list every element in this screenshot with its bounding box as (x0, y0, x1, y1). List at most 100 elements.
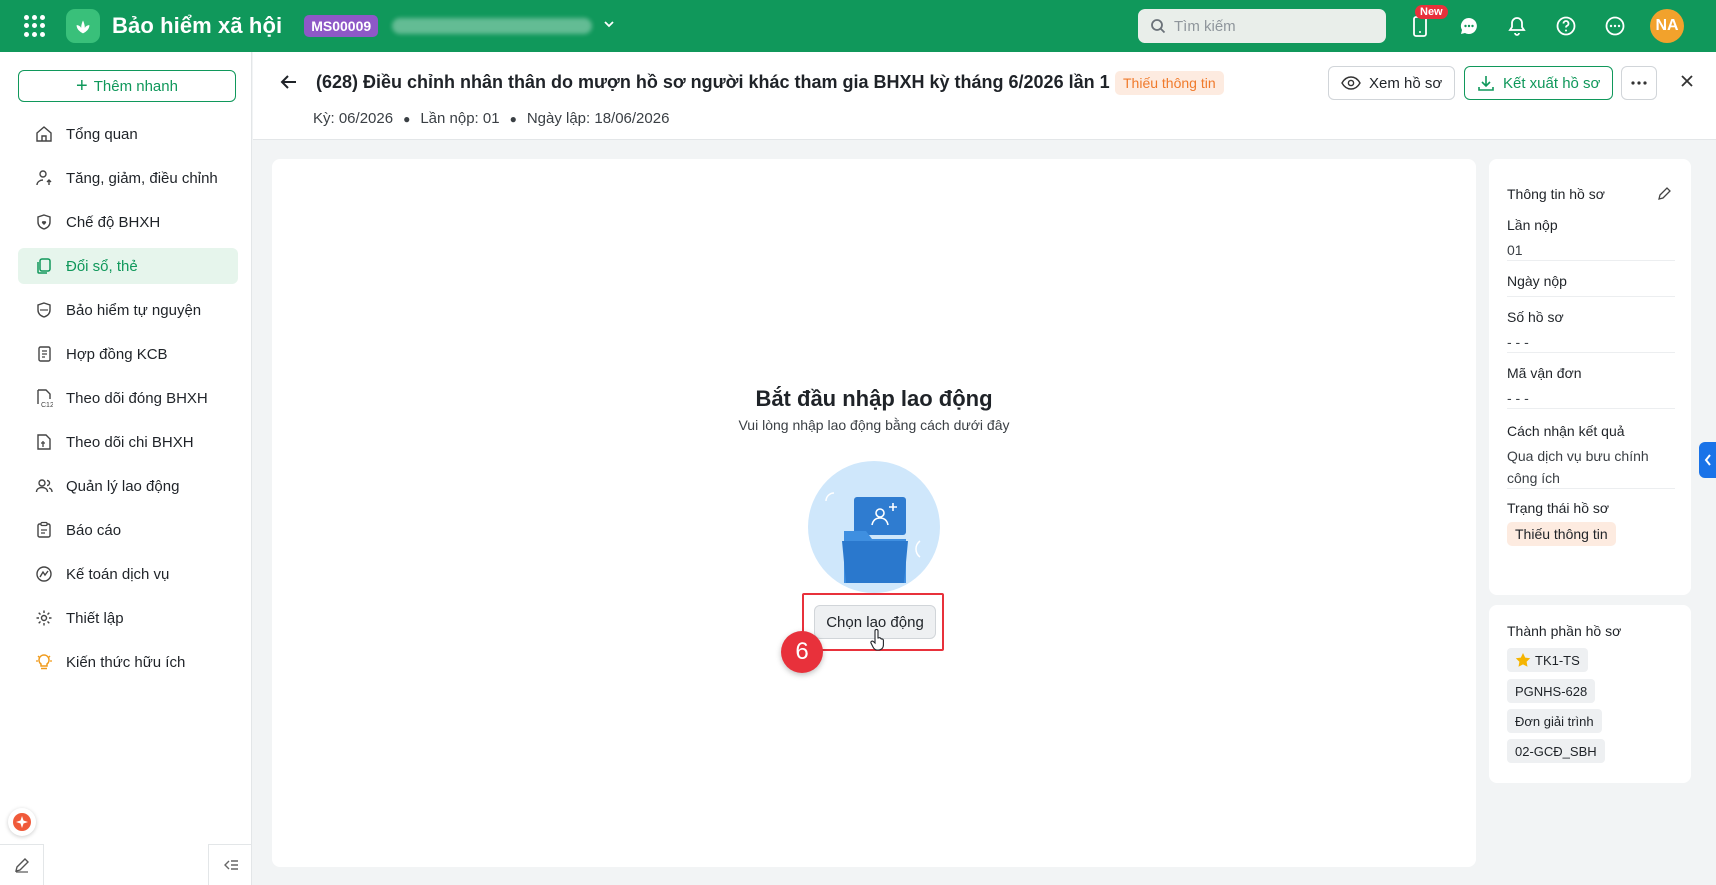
sidebar-item-exchange-card[interactable]: Đổi sổ, thẻ (18, 248, 238, 284)
info-row-submission: Lần nộp 01 (1507, 217, 1675, 261)
edit-icon[interactable] (0, 844, 44, 885)
sidebar-item-label: Hợp đồng KCB (66, 345, 168, 363)
record-state-badge: Thiếu thông tin (1507, 522, 1616, 546)
sidebar-item-settings[interactable]: Thiết lập (18, 600, 238, 636)
shield-heart-icon (34, 212, 54, 232)
more-actions-button[interactable] (1621, 66, 1657, 100)
info-row-submit-date: Ngày nộp (1507, 273, 1675, 297)
sidebar-item-workforce[interactable]: Quản lý lao động (18, 468, 238, 504)
plus-icon: + (76, 75, 88, 97)
bell-icon[interactable] (1503, 12, 1531, 40)
help-icon[interactable] (1552, 12, 1580, 40)
main-content-card: Bắt đầu nhập lao động Vui lòng nhập lao … (272, 159, 1476, 867)
page-title: (628) Điều chỉnh nhân thân do mượn hồ sơ… (316, 72, 1110, 92)
submission-text: Lần nộp: 01 (420, 110, 500, 127)
accounting-icon (34, 564, 54, 584)
contract-icon (34, 344, 54, 364)
sidebar-item-regime[interactable]: Chế độ BHXH (18, 204, 238, 240)
company-name-blurred[interactable] (392, 18, 593, 34)
sidebar-item-adjust[interactable]: Tăng, giảm, điều chỉnh (18, 160, 238, 196)
sidebar-item-label: Thiết lập (66, 609, 124, 627)
pencil-icon[interactable] (1657, 185, 1673, 205)
avatar[interactable]: NA (1650, 9, 1684, 43)
company-code-badge: MS00009 (304, 15, 379, 37)
info-panel-title: Thông tin hồ sơ (1507, 186, 1605, 202)
info-row-record-number: Số hồ sơ - - - (1507, 309, 1675, 353)
chevron-down-icon[interactable] (602, 17, 616, 35)
lightbulb-icon (34, 652, 54, 672)
separator-dot: ● (403, 111, 411, 126)
part-chip[interactable]: 02-GCĐ_SBH (1507, 739, 1605, 763)
record-parts-panel: Thành phần hồ sơ TK1-TS PGNHS-628 Đơn gi… (1489, 605, 1691, 783)
parts-panel-title: Thành phần hồ sơ (1507, 623, 1622, 639)
sidebar-item-kcb-contract[interactable]: Hợp đồng KCB (18, 336, 238, 372)
add-quick-label: Thêm nhanh (93, 77, 178, 95)
export-record-button[interactable]: Kết xuất hồ sơ (1464, 66, 1614, 100)
shield-icon (34, 300, 54, 320)
info-row-record-state: Trạng thái hồ sơ Thiếu thông tin (1507, 500, 1675, 570)
sidebar-item-label: Quản lý lao động (66, 477, 180, 495)
part-chip[interactable]: TK1-TS (1507, 648, 1588, 672)
info-row-waybill: Mã vận đơn - - - (1507, 365, 1675, 409)
sidebar-item-voluntary[interactable]: Bảo hiểm tự nguyện (18, 292, 238, 328)
star-icon (1515, 653, 1531, 667)
info-label: Lần nộp (1507, 217, 1558, 233)
part-chip[interactable]: PGNHS-628 (1507, 679, 1596, 703)
info-label: Ngày nộp (1507, 273, 1567, 289)
user-up-icon (34, 168, 54, 188)
info-value: 01 (1507, 242, 1523, 258)
sidebar-item-label: Theo dõi chi BHXH (66, 433, 194, 451)
chat-icon[interactable] (1455, 12, 1483, 40)
info-row-delivery-method: Cách nhận kết quả Qua dịch vụ bưu chính … (1507, 423, 1675, 489)
info-label: Trạng thái hồ sơ (1507, 500, 1610, 516)
view-record-label: Xem hồ sơ (1369, 74, 1443, 92)
sidebar-nav: Tổng quan Tăng, giảm, điều chỉnh Chế độ … (18, 116, 238, 688)
created-date-text: Ngày lập: 18/06/2026 (526, 110, 670, 127)
folder-users-illustration (808, 461, 940, 593)
empty-state-subtitle: Vui lòng nhập lao động bằng cách dưới đâ… (738, 417, 1010, 433)
sidebar-item-overview[interactable]: Tổng quan (18, 116, 238, 152)
sidebar-item-reports[interactable]: Báo cáo (18, 512, 238, 548)
eye-icon (1341, 76, 1361, 90)
sidebar-item-label: Chế độ BHXH (66, 213, 161, 231)
search-input[interactable] (1174, 17, 1374, 35)
sidebar-item-label: Kế toán dịch vụ (66, 565, 170, 583)
more-horizontal-icon (1631, 81, 1647, 85)
copy-doc-icon (34, 256, 54, 276)
doc-c12-icon: C12 (34, 388, 54, 408)
more-circle-icon[interactable] (1601, 12, 1629, 40)
empty-state-title: Bắt đầu nhập lao động (755, 386, 993, 411)
sidebar-item-label: Kiến thức hữu ích (66, 653, 186, 671)
ai-assistant-icon[interactable] (8, 808, 36, 836)
content-header: (628) Điều chỉnh nhân thân do mượn hồ sơ… (253, 52, 1716, 140)
record-meta: Kỳ: 06/2026 ● Lần nộp: 01 ● Ngày lập: 18… (313, 110, 669, 127)
new-badge: New (1415, 5, 1448, 19)
search-box[interactable] (1138, 9, 1386, 43)
sidebar-item-track-payment[interactable]: C12 Theo dõi đóng BHXH (18, 380, 238, 416)
sidebar-item-track-expense[interactable]: Theo dõi chi BHXH (18, 424, 238, 460)
sidebar-item-label: Tăng, giảm, điều chỉnh (66, 169, 218, 187)
close-icon[interactable] (1678, 72, 1696, 94)
add-quick-button[interactable]: + Thêm nhanh (18, 70, 236, 102)
app-logo (66, 9, 100, 43)
collapse-sidebar-icon[interactable] (208, 844, 252, 885)
info-value: - - - (1507, 334, 1529, 350)
doc-money-icon (34, 432, 54, 452)
home-icon (34, 124, 54, 144)
sidebar-item-label: Tổng quan (66, 125, 138, 143)
separator-dot: ● (509, 111, 517, 126)
sidebar-item-knowledge[interactable]: Kiến thức hữu ích (18, 644, 238, 680)
sidebar: + Thêm nhanh Tổng quan Tăng, giảm, điều … (0, 52, 252, 885)
record-info-panel: Thông tin hồ sơ Lần nộp 01 Ngày nộp Số h… (1489, 159, 1691, 595)
gear-icon (34, 608, 54, 628)
sidebar-item-accounting[interactable]: Kế toán dịch vụ (18, 556, 238, 592)
app-title: Bảo hiểm xã hội (112, 13, 283, 38)
info-value: Qua dịch vụ bưu chính công ích (1507, 448, 1649, 486)
expand-panel-tab[interactable] (1699, 442, 1716, 478)
apps-grid-icon[interactable] (24, 15, 46, 37)
view-record-button[interactable]: Xem hồ sơ (1328, 66, 1456, 100)
back-arrow-icon[interactable] (279, 72, 299, 96)
sidebar-item-label: Bảo hiểm tự nguyện (66, 301, 202, 319)
users-icon (34, 476, 54, 496)
part-chip[interactable]: Đơn giải trình (1507, 709, 1602, 733)
